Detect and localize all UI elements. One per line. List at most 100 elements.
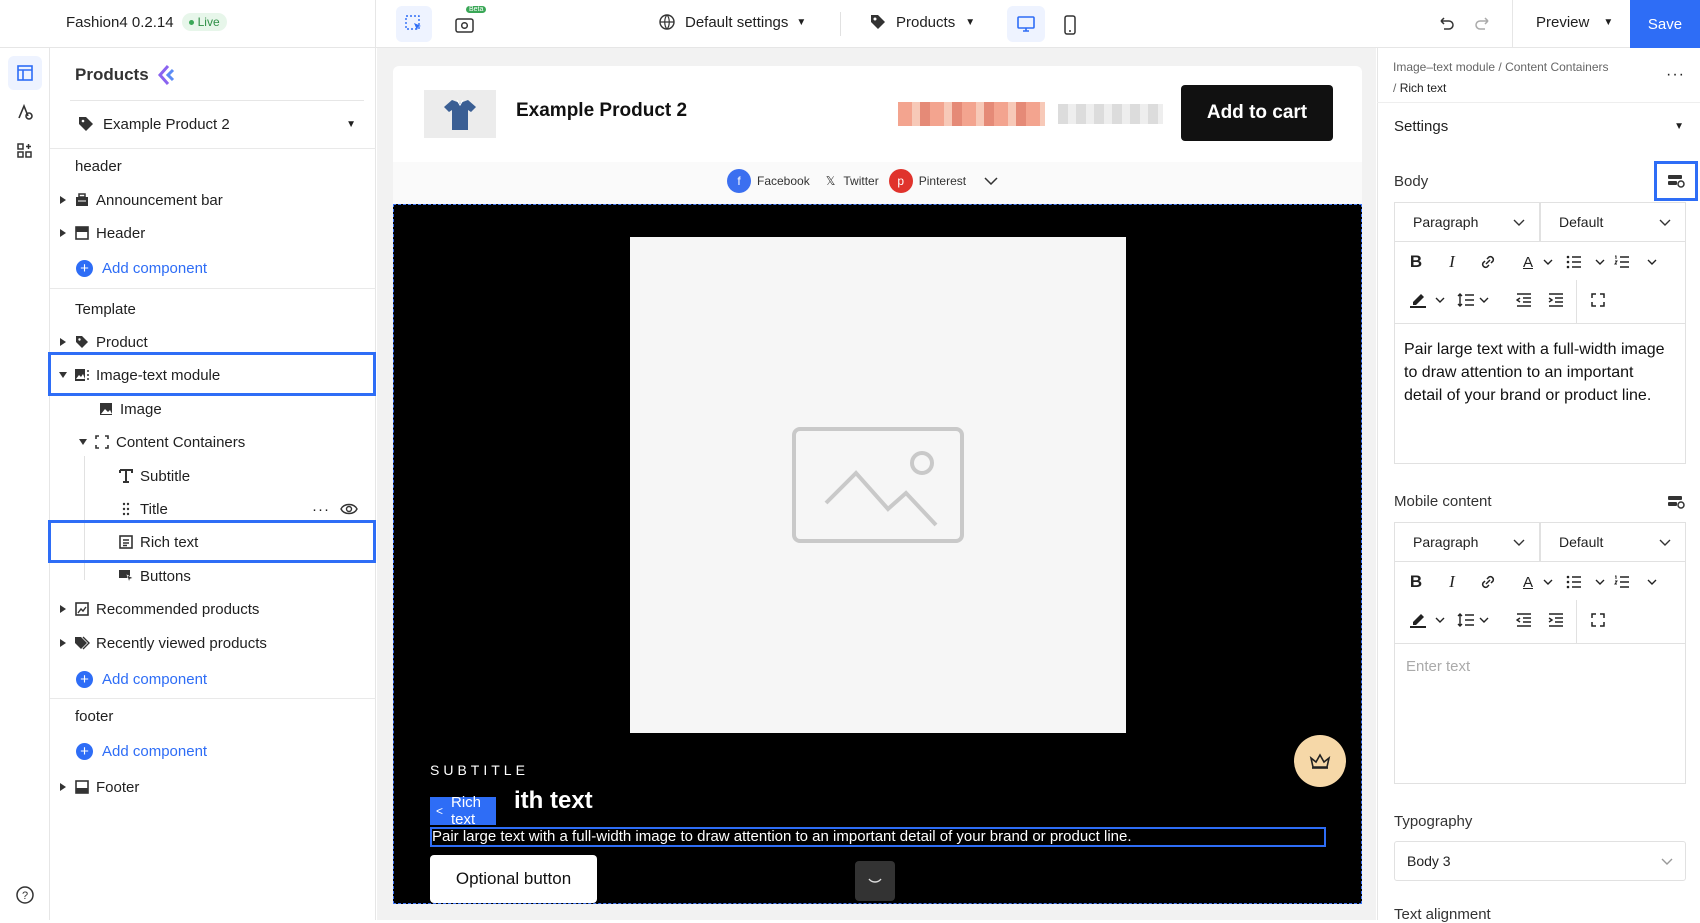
tree-item-image[interactable]: Image <box>98 395 162 423</box>
preview-mode-button[interactable]: Beta <box>450 6 487 40</box>
chevron-down-icon[interactable] <box>1426 286 1454 314</box>
link-icon[interactable] <box>1474 248 1502 276</box>
select-element-button[interactable] <box>396 6 432 42</box>
save-button[interactable]: Save <box>1630 0 1700 48</box>
bullet-list-icon[interactable] <box>1560 568 1588 596</box>
caret-right-icon[interactable] <box>58 782 68 792</box>
tree-item-content-containers[interactable]: Content Containers <box>78 428 245 456</box>
module-subtitle[interactable]: SUBTITLE <box>430 762 529 778</box>
share-twitter[interactable]: Twitter <box>843 174 878 188</box>
more-options-icon[interactable]: ··· <box>312 501 330 518</box>
mobile-editor-placeholder[interactable]: Enter text <box>1406 658 1470 675</box>
optional-button[interactable]: Optional button <box>430 855 597 903</box>
add-component-header[interactable]: + Add component <box>76 260 207 277</box>
dynamic-source-icon[interactable] <box>1667 174 1685 188</box>
breadcrumb-separator: / <box>1498 60 1502 74</box>
add-component-footer[interactable]: + Add component <box>76 743 207 760</box>
tree-item-header[interactable]: Header <box>58 219 145 247</box>
caret-right-icon[interactable] <box>58 604 68 614</box>
product-select[interactable]: Example Product 2 ▼ <box>78 113 364 135</box>
collapse-toolbar-button[interactable] <box>855 861 895 901</box>
body-editor-text[interactable]: Pair large text with a full-width image … <box>1404 338 1674 407</box>
tree-item-recommended-products[interactable]: Recommended products <box>58 595 259 623</box>
add-component-template[interactable]: + Add component <box>76 671 207 688</box>
module-title-partial[interactable]: ith text <box>514 787 593 815</box>
tree-item-subtitle[interactable]: Subtitle <box>118 462 190 490</box>
chevron-down-icon[interactable] <box>1534 568 1562 596</box>
facebook-icon[interactable]: f <box>727 169 751 193</box>
pinterest-icon[interactable]: p <box>888 169 913 193</box>
image-placeholder[interactable] <box>630 237 1126 733</box>
italic-icon[interactable]: I <box>1438 568 1466 596</box>
font-default-select[interactable]: Default <box>1540 202 1686 242</box>
outdent-icon[interactable] <box>1510 286 1538 314</box>
layout-icon[interactable] <box>8 56 42 90</box>
mobile-view-button[interactable] <box>1055 10 1085 40</box>
tree-item-image-text-module[interactable]: Image-text module <box>58 361 220 389</box>
x-twitter-icon[interactable]: 𝕏 <box>826 174 836 188</box>
share-bar: f Facebook 𝕏 Twitter p Pinterest <box>393 162 1362 204</box>
add-to-cart-button[interactable]: Add to cart <box>1181 85 1333 141</box>
product-select-value: Example Product 2 <box>103 115 230 133</box>
caret-right-icon[interactable] <box>58 638 68 648</box>
paragraph-select[interactable]: Paragraph <box>1394 522 1540 562</box>
settings-dropdown[interactable]: Default settings ▼ <box>658 13 806 31</box>
theme-style-icon[interactable] <box>8 95 42 129</box>
outdent-icon[interactable] <box>1510 606 1538 634</box>
visibility-eye-icon[interactable] <box>340 503 358 515</box>
bullet-list-icon[interactable] <box>1560 248 1588 276</box>
tree-item-buttons[interactable]: Buttons <box>118 562 191 590</box>
more-options-icon[interactable]: ··· <box>1666 66 1685 84</box>
crown-upgrade-button[interactable] <box>1294 735 1346 787</box>
apps-icon[interactable] <box>8 134 42 168</box>
breadcrumb-item[interactable]: Content Containers <box>1505 60 1608 74</box>
redo-icon[interactable] <box>1472 12 1494 34</box>
page-type-dropdown[interactable]: Products ▼ <box>869 13 975 31</box>
tree-label: Recommended products <box>96 600 260 618</box>
bold-icon[interactable]: B <box>1402 248 1430 276</box>
paragraph-select[interactable]: Paragraph <box>1394 202 1540 242</box>
chevron-down-icon[interactable] <box>1470 286 1498 314</box>
numbered-list-icon[interactable] <box>1608 248 1636 276</box>
italic-icon[interactable]: I <box>1438 248 1466 276</box>
numbered-list-icon[interactable] <box>1608 568 1636 596</box>
settings-collapse-header[interactable]: Settings ▼ <box>1394 118 1684 135</box>
tree-item-announcement-bar[interactable]: Announcement bar <box>58 186 223 214</box>
rich-text-tag[interactable]: < Rich text <box>430 794 496 828</box>
indent-icon[interactable] <box>1542 606 1570 634</box>
link-icon[interactable] <box>1474 568 1502 596</box>
tree-item-footer[interactable]: Footer <box>58 773 139 801</box>
fullscreen-icon[interactable] <box>1584 606 1612 634</box>
help-icon[interactable]: ? <box>8 878 42 912</box>
chevron-down-icon[interactable] <box>1638 568 1666 596</box>
chevron-down-icon[interactable] <box>1470 606 1498 634</box>
image-text-module-section[interactable]: SUBTITLE ith text < Rich text Pair large… <box>393 204 1362 904</box>
chevron-down-icon[interactable] <box>1534 248 1562 276</box>
tree-item-title[interactable]: Title ··· <box>118 495 358 523</box>
font-default-select[interactable]: Default <box>1540 522 1686 562</box>
caret-right-icon[interactable] <box>58 228 68 238</box>
share-pinterest[interactable]: Pinterest <box>919 174 966 188</box>
module-rich-text[interactable]: Pair large text with a full-width image … <box>430 827 1326 847</box>
chevron-down-icon[interactable] <box>1638 248 1666 276</box>
share-facebook[interactable]: Facebook <box>757 174 810 188</box>
chevron-down-icon[interactable] <box>1426 606 1454 634</box>
chevron-down-icon[interactable] <box>984 177 998 185</box>
dynamic-source-icon[interactable] <box>1667 495 1685 509</box>
preview-button[interactable]: Preview ▼ <box>1536 14 1613 31</box>
breadcrumb-item[interactable]: Image–text module <box>1393 60 1495 74</box>
tree-item-rich-text[interactable]: Rich text <box>118 528 198 556</box>
caret-right-icon[interactable] <box>58 337 68 347</box>
caret-down-icon[interactable] <box>58 370 68 380</box>
settings-label: Settings <box>1394 118 1449 135</box>
undo-icon[interactable] <box>1435 12 1457 34</box>
fullscreen-icon[interactable] <box>1584 286 1612 314</box>
indent-icon[interactable] <box>1542 286 1570 314</box>
tree-item-recently-viewed[interactable]: Recently viewed products <box>58 629 267 657</box>
desktop-view-button[interactable] <box>1007 6 1045 42</box>
drag-handle-icon[interactable] <box>118 501 134 517</box>
bold-icon[interactable]: B <box>1402 568 1430 596</box>
typography-select[interactable]: Body 3 <box>1394 841 1686 881</box>
caret-right-icon[interactable] <box>58 195 68 205</box>
caret-down-icon[interactable] <box>78 437 88 447</box>
